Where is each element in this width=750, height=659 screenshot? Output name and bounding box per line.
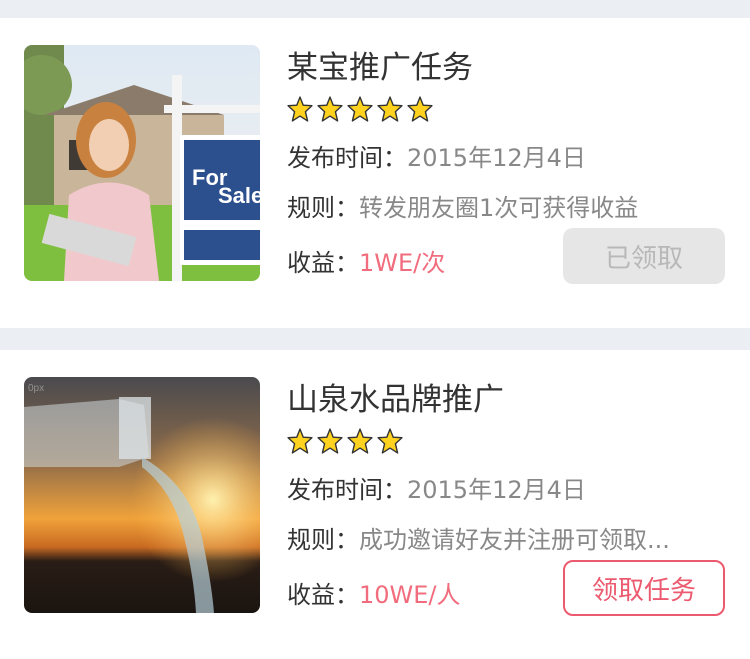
rule-value: 成功邀请好友并注册可领取... [359, 526, 670, 554]
rule-label: 规则： [287, 526, 359, 554]
star-icon [317, 428, 343, 454]
earnings-value: 1WE/次 [359, 249, 446, 277]
task-card[interactable]: For Sale 某宝推广任务 发布时间：2015年12月4日 规则：转发朋友圈… [0, 18, 750, 328]
star-icon [287, 428, 313, 454]
rule-value: 转发朋友圈1次可获得收益 [359, 194, 639, 222]
rule-label: 规则： [287, 194, 359, 222]
star-icon [347, 428, 373, 454]
card-separator [0, 328, 750, 350]
star-icon [377, 96, 403, 122]
svg-text:Sale: Sale [218, 183, 260, 208]
publish-time: 发布时间：2015年12月4日 [287, 470, 586, 505]
publish-time: 发布时间：2015年12月4日 [287, 138, 586, 173]
task-earnings: 收益：10WE/人 [287, 575, 461, 610]
earnings-label: 收益： [287, 581, 359, 609]
star-icon [317, 96, 343, 122]
claimed-button[interactable]: 已领取 [563, 228, 725, 284]
task-image-for-sale: For Sale [24, 45, 260, 281]
rating-stars [287, 428, 403, 454]
task-rule: 规则：转发朋友圈1次可获得收益 [287, 188, 638, 223]
svg-text:0px: 0px [28, 383, 44, 394]
star-icon [377, 428, 403, 454]
earnings-value: 10WE/人 [359, 581, 461, 609]
publish-time-value: 2015年12月4日 [407, 476, 586, 504]
star-icon [287, 96, 313, 122]
publish-time-label: 发布时间： [287, 476, 407, 504]
top-spacer [0, 0, 750, 18]
star-icon [407, 96, 433, 122]
publish-time-value: 2015年12月4日 [407, 144, 586, 172]
claim-task-button[interactable]: 领取任务 [563, 560, 725, 616]
publish-time-label: 发布时间： [287, 144, 407, 172]
earnings-label: 收益： [287, 249, 359, 277]
rating-stars [287, 96, 433, 122]
task-title: 山泉水品牌推广 [287, 382, 504, 418]
star-icon [347, 96, 373, 122]
task-earnings: 收益：1WE/次 [287, 243, 445, 278]
task-card[interactable]: 0px 山泉水品牌推广 发布时间：2015年12月4日 规则：成功邀请好友并注册… [0, 350, 750, 659]
task-title: 某宝推广任务 [287, 50, 473, 86]
task-rule: 规则：成功邀请好友并注册可领取... [287, 520, 670, 555]
task-image-water-bottle: 0px [24, 377, 260, 613]
